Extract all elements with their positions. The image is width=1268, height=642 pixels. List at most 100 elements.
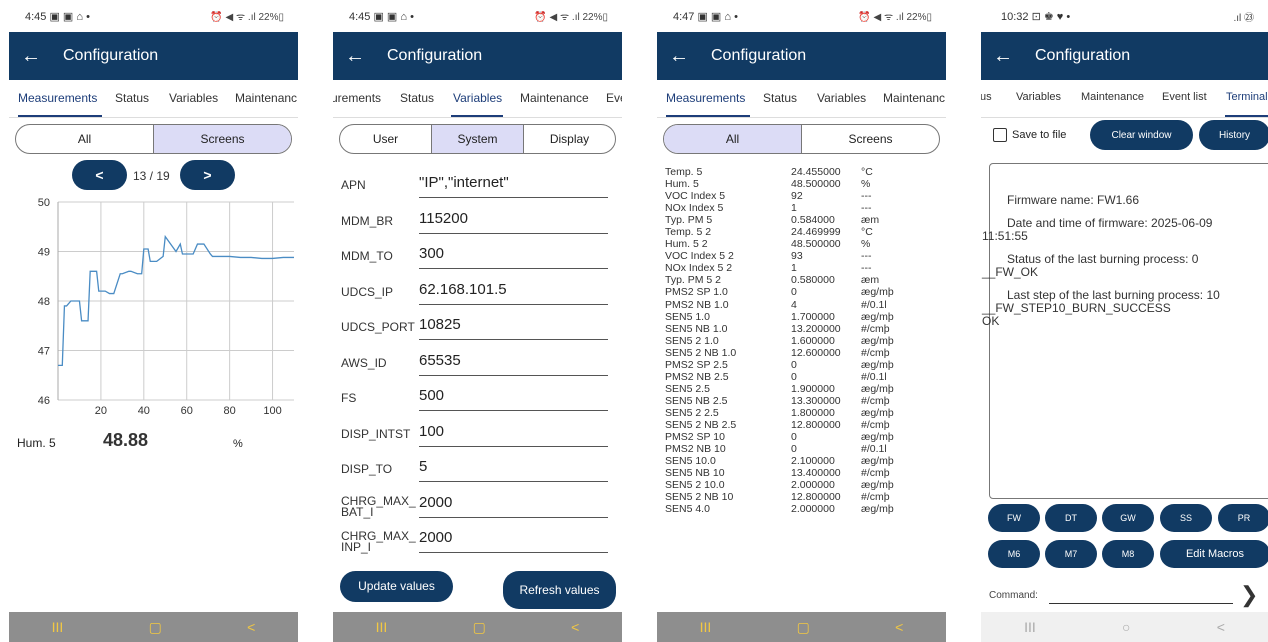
tab-maintenance[interactable]: Maintenance [520,91,589,105]
refresh-values-button[interactable]: Refresh values [503,571,616,609]
field-label: MDM_TO [341,249,393,263]
tab-status[interactable]: Status [763,91,797,105]
status-icons: ▣ ▣ ⌂ • [373,10,414,23]
recents-icon[interactable]: III [700,619,712,635]
segment-screens[interactable]: Screens [154,125,291,153]
measurement-row: Typ. PM 5 2 0.580000 æm [665,274,901,286]
measurement-unit: æg/mþ [861,431,894,444]
home-icon[interactable]: ▢ [797,619,810,636]
measurement-row: SEN5 NB 2.5 13.300000 #/cmþ [665,395,901,407]
home-icon[interactable]: ○ [1122,619,1130,635]
tab-status[interactable]: Status [400,91,434,105]
page-counter: 13 / 19 [133,169,170,183]
system-nav-bar: III ○ < [981,612,1268,642]
field-input[interactable]: "IP","internet" [419,170,608,198]
tab-maintenance[interactable]: Maintenanc [883,91,945,105]
recents-icon[interactable]: III [376,619,388,635]
tab-variables[interactable]: Variables [453,91,502,105]
history-button[interactable]: History [1199,120,1268,150]
measurement-value: 4 [791,298,797,311]
terminal-line: 11:51:55 [982,229,1028,243]
command-input[interactable] [1049,603,1233,604]
measurement-row: SEN5 2.5 1.900000 æg/mþ [665,383,901,395]
back-nav-icon[interactable]: < [1217,619,1225,635]
segment-display[interactable]: Display [524,125,615,153]
field-input[interactable]: 10825 [419,312,608,340]
home-icon[interactable]: ▢ [149,619,162,636]
tab-events[interactable]: Eve [606,91,622,105]
edit-macros-button[interactable]: Edit Macros [1160,540,1268,568]
field-input[interactable]: 65535 [419,348,608,376]
field-input[interactable]: 5 [419,454,608,482]
segment-system[interactable]: System [432,125,524,153]
segment-all[interactable]: All [664,125,802,153]
recents-icon[interactable]: III [52,619,64,635]
macro-m8-button[interactable]: M8 [1102,540,1154,568]
macro-pr-button[interactable]: PR [1218,504,1268,532]
segment-user[interactable]: User [340,125,432,153]
segment-screens[interactable]: Screens [802,125,939,153]
status-icons: ▣ ▣ ⌂ • [49,10,90,23]
prev-page-button[interactable]: < [72,160,127,190]
page-title: Configuration [711,47,807,64]
measurement-name: PMS2 NB 1.0 [665,298,729,311]
back-nav-icon[interactable]: < [895,619,903,635]
back-nav-icon[interactable]: < [247,619,255,635]
recents-icon[interactable]: III [1024,619,1036,635]
macro-dt-button[interactable]: DT [1045,504,1097,532]
measurement-value: 48.500000 [791,178,841,191]
back-arrow-icon[interactable]: ← [657,32,701,80]
back-arrow-icon[interactable]: ← [9,32,53,80]
measurement-row: VOC Index 5 92 --- [665,190,901,202]
field-input[interactable]: 100 [419,419,608,447]
field-input[interactable]: 2000 [419,490,608,518]
tab-status[interactable]: Status [115,91,149,105]
segment-all[interactable]: All [16,125,154,153]
back-arrow-icon[interactable]: ← [981,32,1025,80]
measurement-row: PMS2 SP 10 0 æg/mþ [665,431,901,443]
macro-m6-button[interactable]: M6 [988,540,1040,568]
terminal-line: Date and time of firmware: 2025-06-09 [1007,216,1213,230]
measurement-name: VOC Index 5 [665,190,726,203]
tab-measurements[interactable]: urements [333,91,381,105]
clear-window-button[interactable]: Clear window [1090,120,1193,150]
next-page-button[interactable]: > [180,160,235,190]
macro-gw-button[interactable]: GW [1102,504,1154,532]
measurement-value: 0.580000 [791,274,835,287]
macro-fw-button[interactable]: FW [988,504,1040,532]
field-input[interactable]: 500 [419,383,608,411]
measurement-value: 12.600000 [791,346,841,359]
page-title: Configuration [63,47,159,64]
measurement-value: 12.800000 [791,418,841,431]
app-bar: ← Configuration [333,32,622,80]
field-input[interactable]: 62.168.101.5 [419,277,608,305]
tab-measurements[interactable]: Measurements [666,91,745,105]
measurement-value: 24.455000 [791,166,841,178]
status-bar: 4:47 ▣ ▣ ⌂ • ⏰ ◀ ᯤ .ıl 22%▯ [657,0,946,32]
tab-measurements[interactable]: Measurements [18,91,97,105]
tab-event-list[interactable]: Event list [1162,91,1207,103]
update-values-button[interactable]: Update values [340,571,453,602]
tab-variables[interactable]: Variables [1016,91,1061,103]
tab-status[interactable]: tus [981,91,992,103]
app-bar: ← Configuration [9,32,298,80]
macro-m7-button[interactable]: M7 [1045,540,1097,568]
back-arrow-icon[interactable]: ← [333,32,377,80]
tab-variables[interactable]: Variables [817,91,866,105]
field-input[interactable]: 300 [419,241,608,269]
tab-maintenance[interactable]: Maintenance [1081,91,1144,103]
measurement-row: SEN5 10.0 2.100000 æg/mþ [665,455,901,467]
field-input[interactable]: 115200 [419,206,608,234]
tab-maintenance[interactable]: Maintenanc [235,91,297,105]
tab-variables[interactable]: Variables [169,91,218,105]
y-tick-label: 47 [38,346,50,358]
field-input[interactable]: 2000 [419,525,608,553]
save-to-file-checkbox[interactable] [993,128,1007,142]
back-nav-icon[interactable]: < [571,619,579,635]
send-arrow-icon[interactable]: ❯ [1240,582,1258,608]
measurement-unit: #/0.1l [861,443,887,456]
macro-ss-button[interactable]: SS [1160,504,1212,532]
measurement-row: SEN5 2 10.0 2.000000 æg/mþ [665,479,901,491]
tab-terminal[interactable]: Terminal [1226,91,1268,103]
home-icon[interactable]: ▢ [473,619,486,636]
